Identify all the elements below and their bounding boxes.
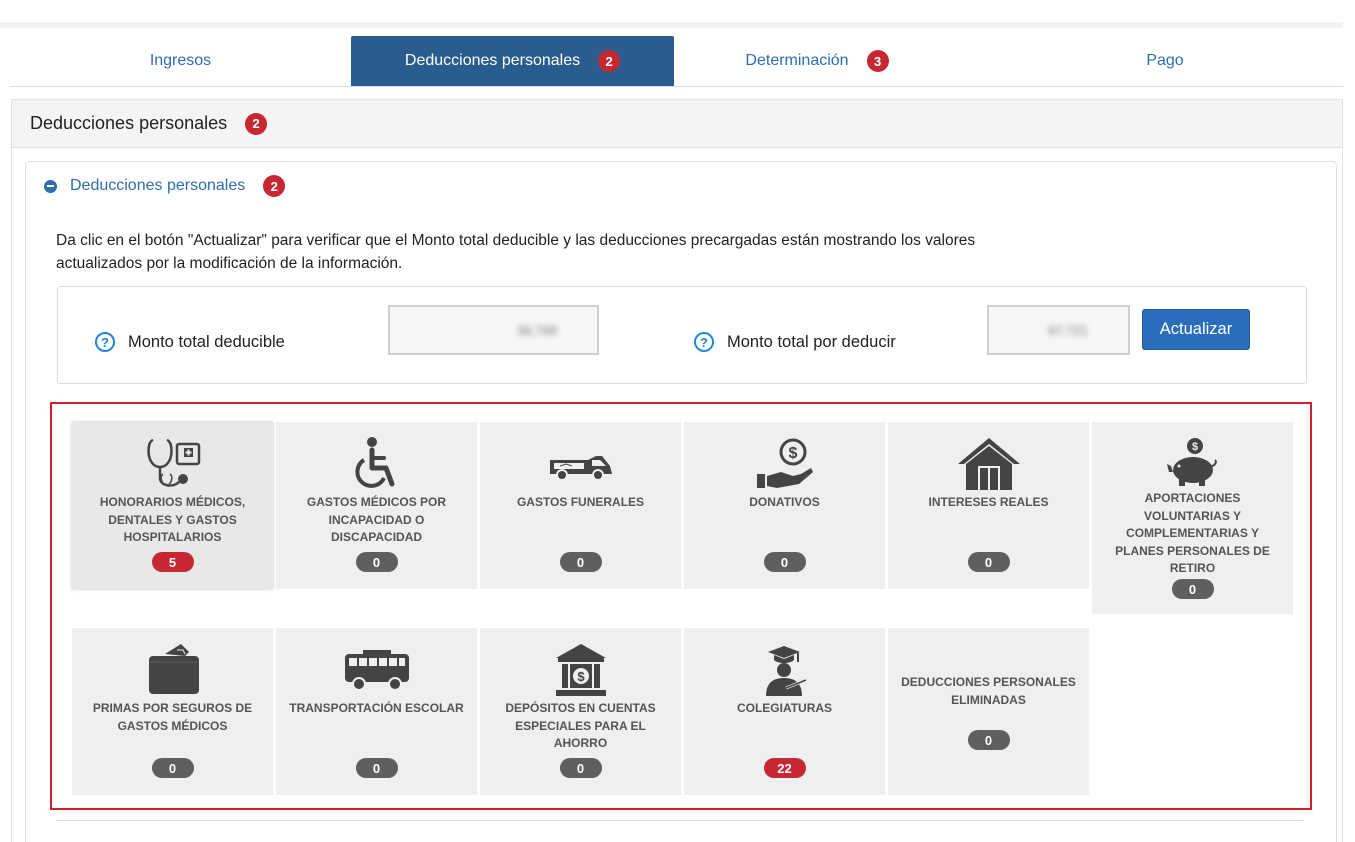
card-depositos-ahorro[interactable]: $ DEPÓSITOS EN CUENTAS ESPECIALES PARA E… — [480, 628, 681, 795]
outer-panel-header: Deducciones personales 2 — [12, 100, 1342, 148]
tab-label: Deducciones personales — [404, 52, 581, 69]
outer-panel: Deducciones personales 2 Deducciones per… — [11, 99, 1343, 842]
inner-panel: Deducciones personales 2 Da clic en el b… — [25, 161, 1337, 842]
card-label: DEPÓSITOS EN CUENTAS ESPECIALES PARA EL … — [505, 701, 656, 750]
por-deducir-label: Monto total por deducir — [727, 333, 896, 351]
card-label: DEDUCCIONES PERSONALES ELIMINADAS — [901, 675, 1076, 707]
card-count-badge: 0 — [1171, 579, 1214, 599]
card-count-badge: 0 — [151, 758, 194, 778]
card-donativos[interactable]: $ DONATIVOS 0 — [684, 422, 885, 589]
tab-deducciones-personales[interactable]: Deducciones personales 2 — [351, 36, 674, 86]
card-count-badge: 5 — [151, 552, 194, 572]
card-count-badge: 0 — [355, 552, 398, 572]
tab-badge: 3 — [866, 50, 889, 72]
por-deducir-field: 67,721 — [987, 305, 1130, 355]
card-aportaciones-voluntarias[interactable]: $ APORTACIONES VOLUNTARIAS Y COMPLEMENTA… — [1092, 422, 1293, 614]
tab-bar: Ingresos Deducciones personales 2 Determ… — [10, 36, 1343, 87]
card-count-badge: 0 — [967, 730, 1010, 750]
section-badge: 2 — [263, 175, 286, 197]
bank-icon: $ — [480, 642, 681, 698]
deducible-value: 36,768 — [517, 322, 557, 338]
card-label: PRIMAS POR SEGUROS DE GASTOS MÉDICOS — [92, 701, 253, 733]
house-icon — [888, 436, 1089, 492]
card-gastos-incapacidad[interactable]: GASTOS MÉDICOS POR INCAPACIDAD O DISCAPA… — [276, 422, 477, 589]
card-gastos-funerales[interactable]: GASTOS FUNERALES 0 — [480, 422, 681, 589]
card-label: TRANSPORTACIÓN ESCOLAR — [289, 701, 464, 715]
card-label: GASTOS MÉDICOS POR INCAPACIDAD O DISCAPA… — [306, 495, 447, 544]
card-label: APORTACIONES VOLUNTARIAS Y COMPLEMENTARI… — [1115, 491, 1270, 575]
tab-label: Pago — [1146, 52, 1184, 69]
deductions-grid: HONORARIOS MÉDICOS, DENTALES Y GASTOS HO… — [50, 402, 1312, 810]
tab-determinacion[interactable]: Determinación 3 — [674, 36, 960, 86]
page-title-badge: 2 — [245, 112, 268, 135]
totals-box: ? Monto total deducible 36,768 ? Monto t… — [57, 286, 1307, 384]
por-deducir-value: 67,721 — [1048, 322, 1088, 338]
card-deducciones-eliminadas[interactable]: DEDUCCIONES PERSONALES ELIMINADAS 0 — [888, 628, 1089, 795]
card-intereses-reales[interactable]: INTERESES REALES 0 — [888, 422, 1089, 589]
collapse-icon[interactable] — [44, 179, 57, 193]
card-count-badge: 0 — [559, 552, 602, 572]
card-colegiaturas[interactable]: COLEGIATURAS 22 — [684, 628, 885, 795]
card-label: COLEGIATURAS — [736, 701, 833, 715]
donation-icon: $ — [684, 438, 885, 492]
card-count-badge: 0 — [559, 758, 602, 778]
piggy-bank-icon: $ — [1092, 436, 1293, 488]
school-bus-icon — [276, 648, 477, 692]
wallet-icon — [72, 642, 273, 696]
update-button[interactable]: Actualizar — [1142, 309, 1250, 350]
card-count-badge: 0 — [967, 552, 1010, 572]
tab-label: Determinación — [745, 52, 849, 69]
svg-text:$: $ — [1191, 441, 1197, 453]
help-icon[interactable]: ? — [694, 332, 714, 352]
hearse-icon — [480, 452, 681, 482]
help-icon[interactable]: ? — [95, 332, 115, 352]
wheelchair-icon — [276, 436, 477, 492]
card-count-badge: 22 — [763, 758, 806, 778]
tab-label: Ingresos — [149, 52, 212, 69]
page-title: Deducciones personales — [30, 113, 228, 133]
instructions-text: Da clic en el botón "Actualizar" para ve… — [56, 232, 976, 272]
card-transportacion-escolar[interactable]: TRANSPORTACIÓN ESCOLAR 0 — [276, 628, 477, 795]
card-primas-seguros[interactable]: PRIMAS POR SEGUROS DE GASTOS MÉDICOS 0 — [72, 628, 273, 795]
deducible-label: Monto total deducible — [128, 333, 285, 351]
section-title[interactable]: Deducciones personales — [70, 177, 245, 195]
card-label: HONORARIOS MÉDICOS, DENTALES Y GASTOS HO… — [99, 495, 246, 544]
svg-text:$: $ — [788, 445, 797, 462]
tab-badge: 2 — [598, 50, 621, 72]
card-label: INTERESES REALES — [928, 495, 1049, 509]
stethoscope-icon — [72, 436, 273, 492]
top-bar — [0, 22, 1343, 28]
tab-pago[interactable]: Pago — [960, 36, 1355, 86]
divider — [57, 820, 1303, 821]
card-count-badge: 0 — [355, 758, 398, 778]
card-count-badge: 0 — [763, 552, 806, 572]
graduate-icon — [684, 644, 885, 698]
svg-text:$: $ — [577, 669, 585, 684]
card-honorarios-medicos[interactable]: HONORARIOS MÉDICOS, DENTALES Y GASTOS HO… — [72, 422, 273, 589]
card-label: DONATIVOS — [749, 495, 820, 509]
deducible-field: 36,768 — [388, 305, 599, 355]
card-label: GASTOS FUNERALES — [516, 495, 645, 509]
section-toggle[interactable]: Deducciones personales 2 — [44, 175, 286, 197]
tab-ingresos[interactable]: Ingresos — [10, 36, 351, 86]
